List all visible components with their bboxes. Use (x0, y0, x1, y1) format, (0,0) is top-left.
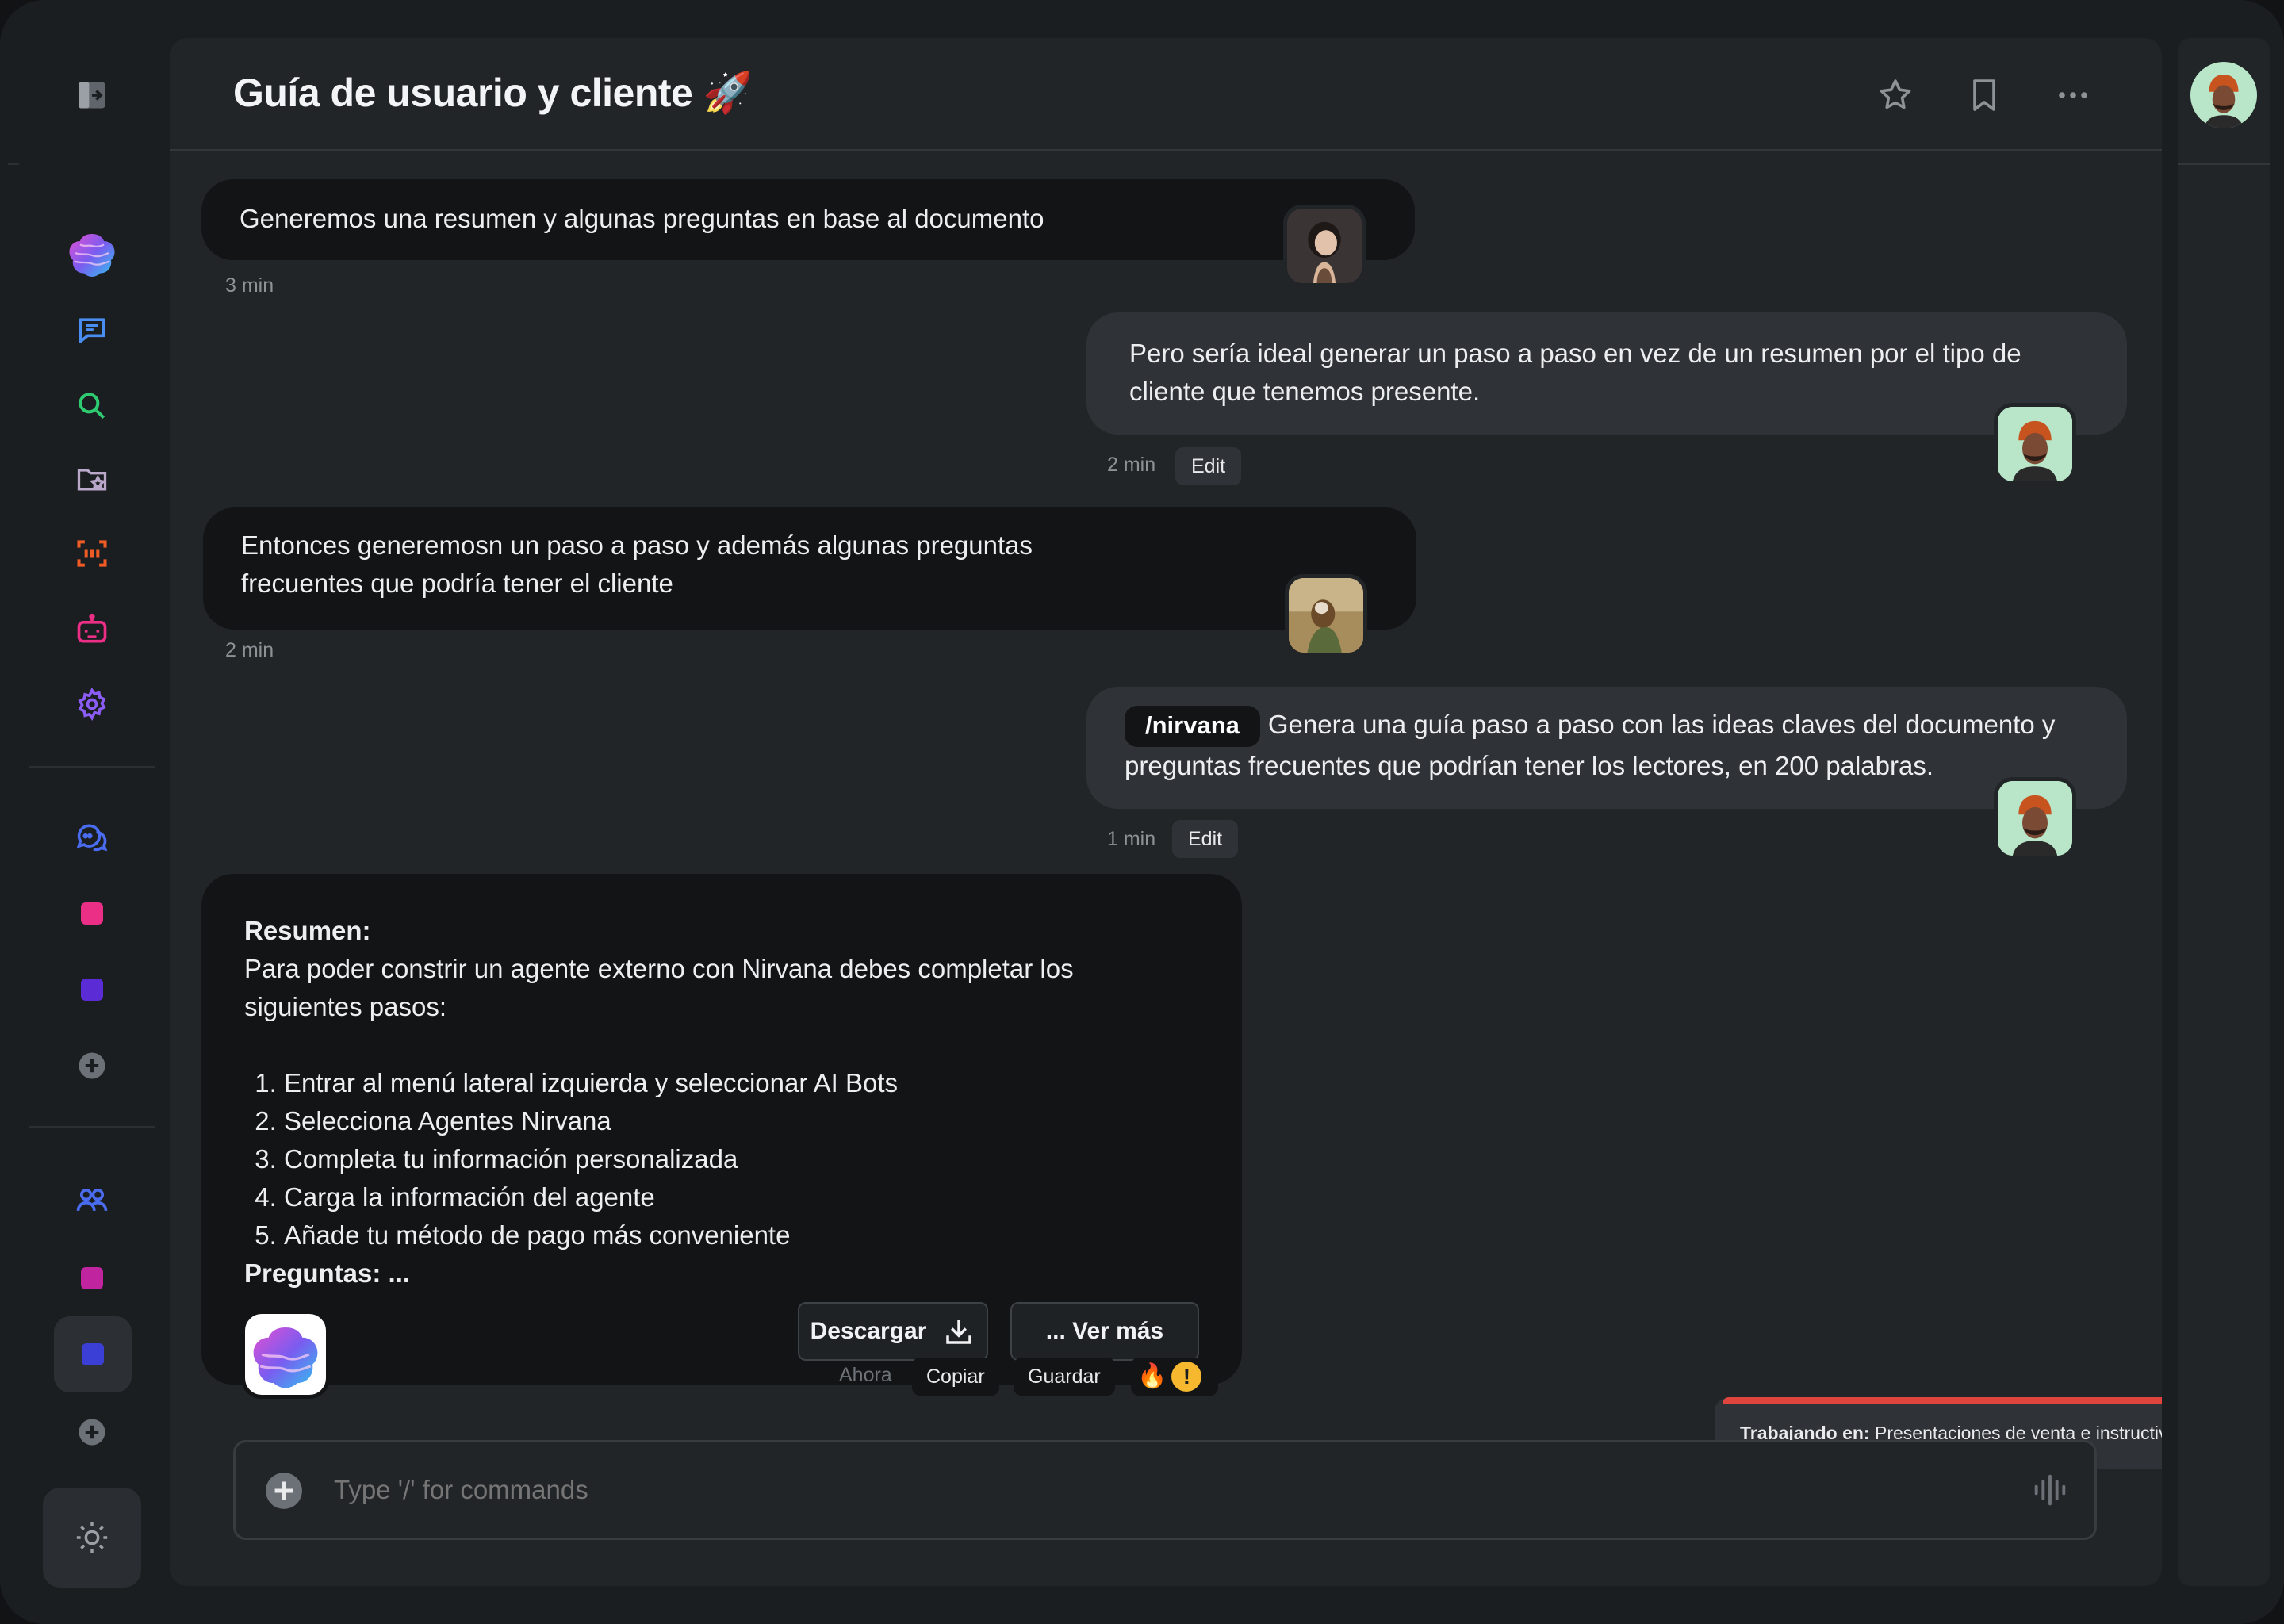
brain-logo-icon (253, 1327, 318, 1388)
bot-icon[interactable] (51, 588, 133, 671)
profile-avatar[interactable] (2190, 62, 2257, 128)
message-composer (233, 1440, 2097, 1540)
message-content: /nirvana Genera una guía paso a paso con … (1125, 706, 2100, 785)
folder-star-icon[interactable] (51, 438, 133, 520)
step-item: Entrar al menú lateral izquierda y selec… (284, 1064, 1196, 1102)
workspace-pink-item[interactable] (51, 872, 133, 955)
message-text: Genera una guía paso a paso con las idea… (1125, 710, 2056, 780)
message-timestamp: 1 min (1107, 828, 1156, 850)
page-title: Guía de usuario y cliente 🚀 (233, 71, 753, 115)
brain-logo-icon[interactable] (51, 214, 133, 297)
assistant-avatar (1283, 205, 1366, 287)
purple-square-icon (81, 979, 103, 1001)
pink-square-icon (81, 902, 103, 925)
blue-square-icon (82, 1343, 104, 1365)
message-timestamp: Ahora (839, 1364, 892, 1386)
warning-icon[interactable]: ! (1171, 1362, 1202, 1392)
download-button[interactable]: Descargar (798, 1302, 988, 1361)
workspace-purple-item[interactable] (51, 948, 133, 1031)
magenta-square-icon (81, 1267, 103, 1289)
step-item: Completa tu información personalizada (284, 1140, 1196, 1178)
right-rail (2178, 38, 2270, 1586)
team-blue-item[interactable] (54, 1316, 132, 1392)
message-timestamp: 2 min (1107, 454, 1156, 476)
chat-icon[interactable] (51, 289, 133, 371)
message-input[interactable] (334, 1465, 1952, 1515)
message-bubble: Entonces generemosn un paso a paso y ade… (203, 508, 1416, 630)
see-more-label: ... Ver más (1045, 1318, 1164, 1344)
star-icon[interactable] (1873, 73, 1918, 117)
more-options-icon[interactable] (2051, 73, 2095, 117)
reactions[interactable]: 🔥 ! (1131, 1358, 1218, 1396)
user-avatar (1994, 403, 2076, 485)
message-timestamp: 2 min (225, 639, 274, 661)
chat-header: Guía de usuario y cliente 🚀 (170, 38, 2162, 151)
copy-button[interactable]: Copiar (912, 1358, 999, 1396)
download-label: Descargar (810, 1318, 927, 1344)
questions-label: Preguntas: ... (244, 1258, 411, 1288)
conversations-icon[interactable] (51, 796, 133, 879)
team-icon[interactable] (51, 1159, 133, 1242)
response-heading: Resumen: (244, 916, 371, 945)
search-icon[interactable] (51, 365, 133, 447)
theme-toggle-button[interactable] (43, 1488, 141, 1588)
message-text: Generemos una resumen y algunas pregunta… (240, 204, 1044, 233)
voice-input-icon[interactable] (2029, 1469, 2071, 1511)
assistant-response: Resumen: Para poder constrir un agente e… (201, 874, 1242, 1385)
bookmark-icon[interactable] (1962, 73, 2006, 117)
chat-panel: Guía de usuario y cliente 🚀 Generemos un… (170, 38, 2162, 1586)
download-icon (946, 1320, 972, 1344)
fire-icon[interactable]: 🔥 (1137, 1358, 1167, 1396)
edit-button[interactable]: Edit (1175, 447, 1242, 485)
settings-gear-icon[interactable] (51, 663, 133, 745)
toast-progress-bar (1723, 1397, 2162, 1404)
app-window: Guía de usuario y cliente 🚀 Generemos un… (0, 0, 2284, 1624)
save-button[interactable]: Guardar (1014, 1358, 1115, 1396)
message-bubble: /nirvana Genera una guía paso a paso con … (1086, 687, 2127, 809)
see-more-button[interactable]: ... Ver más (1010, 1302, 1199, 1361)
response-intro: Para poder constrir un agente externo co… (244, 954, 1074, 1021)
divider (2178, 163, 2270, 165)
message-timestamp: 3 min (225, 274, 274, 297)
message-bubble: Generemos una resumen y algunas pregunta… (201, 179, 1415, 260)
add-workspace-button[interactable] (51, 1025, 133, 1107)
sun-icon (76, 1522, 108, 1553)
step-item: Selecciona Agentes Nirvana (284, 1102, 1196, 1140)
add-team-button[interactable] (51, 1391, 133, 1473)
nirvana-bot-avatar (241, 1310, 330, 1399)
user-avatar (1994, 777, 2076, 860)
step-item: Añade tu método de pago más conveniente (284, 1216, 1196, 1254)
message-text: Pero sería ideal generar un paso a paso … (1129, 339, 2021, 406)
collapse-sidebar-icon[interactable] (51, 54, 133, 136)
command-tag[interactable]: /nirvana (1125, 706, 1260, 747)
edit-button[interactable]: Edit (1172, 820, 1239, 858)
step-item: Carga la información del agente (284, 1178, 1196, 1216)
message-bubble: Pero sería ideal generar un paso a paso … (1086, 312, 2127, 435)
add-attachment-button[interactable] (264, 1471, 304, 1511)
scan-text-icon[interactable] (51, 512, 133, 595)
left-sidebar (0, 0, 170, 1624)
assistant-avatar (1285, 574, 1367, 657)
team-magenta-item[interactable] (51, 1237, 133, 1320)
message-text: Entonces generemosn un paso a paso y ade… (241, 530, 1033, 598)
response-steps: Entrar al menú lateral izquierda y selec… (244, 1064, 1196, 1254)
